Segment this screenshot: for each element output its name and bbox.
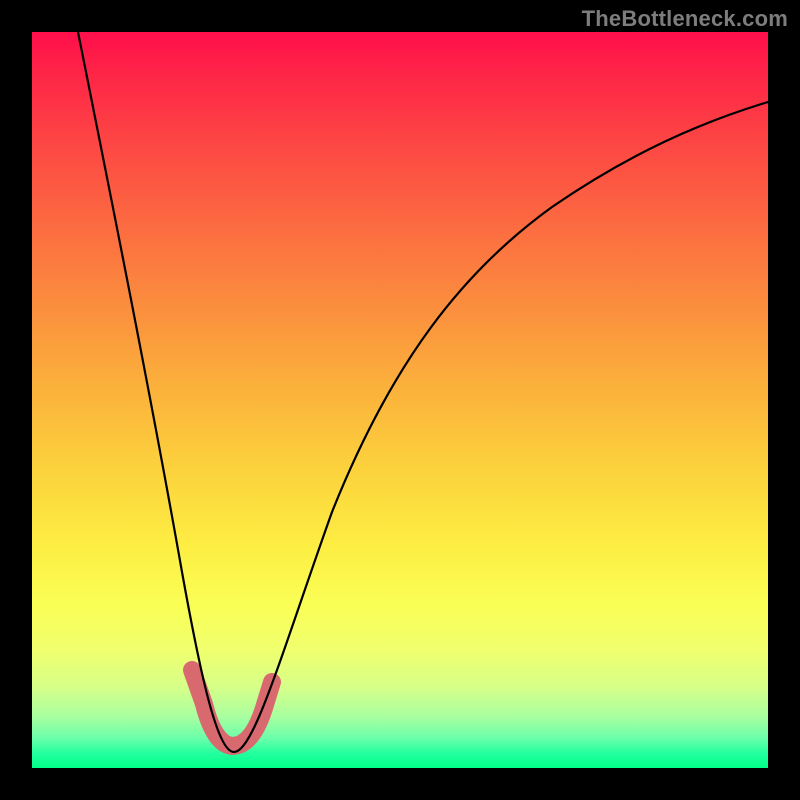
watermark-label: TheBottleneck.com — [582, 6, 788, 32]
bottleneck-curve — [78, 32, 768, 752]
chart-frame: TheBottleneck.com — [0, 0, 800, 800]
curve-layer — [32, 32, 768, 768]
plot-area — [32, 32, 768, 768]
